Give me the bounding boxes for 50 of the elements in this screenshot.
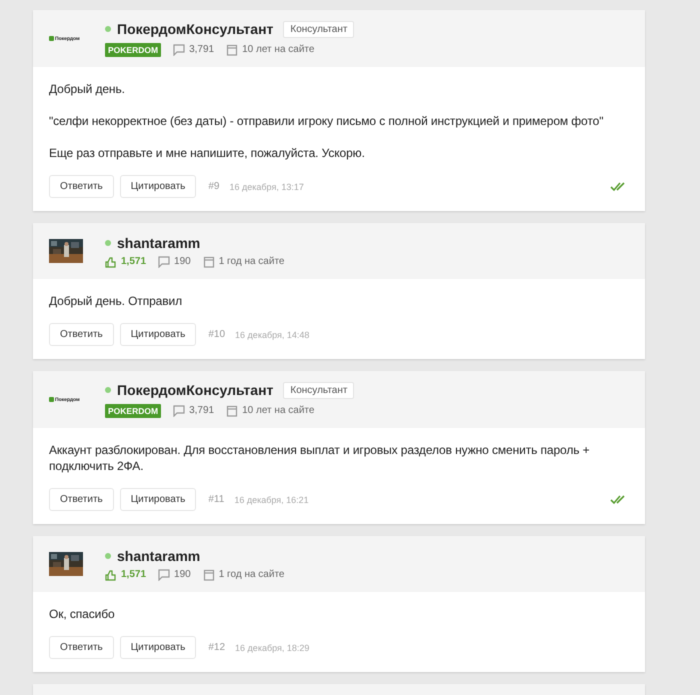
stat-text: 10 лет на сайте <box>242 44 314 55</box>
double-check-icon <box>610 494 627 504</box>
speech-bubble-icon <box>158 256 170 268</box>
post-text: "селфи некорректное (без даты) - отправили игроку письмо с полной инструкцией и примером фото" <box>49 113 604 129</box>
calendar-icon <box>226 44 238 56</box>
calendar-icon <box>226 404 238 416</box>
calendar-icon <box>202 568 215 580</box>
thumbs-up-icon <box>105 568 117 580</box>
post-text: Еще раз отправьте и мне напишите, пожалуйста. Ускорю. <box>49 145 366 161</box>
stat-text: 1 год на сайте <box>218 256 284 267</box>
quote-button[interactable]: Цитировать <box>120 175 196 198</box>
reply-button[interactable]: Ответить <box>49 488 114 511</box>
post-date: 16 декабря, 18:29 <box>235 642 310 652</box>
double-check-icon <box>610 182 627 192</box>
stat-text: 190 <box>174 569 191 580</box>
speech-bubble-icon <box>158 568 170 580</box>
post-date: 16 декабря, 16:21 <box>234 494 310 504</box>
group-badge: POKERDOM <box>105 404 162 418</box>
quote-button[interactable]: Цитировать <box>120 636 196 659</box>
stat-text: 3,791 <box>189 44 214 55</box>
stat-text: 1 год на сайте <box>218 569 284 580</box>
stat-text: 3,791 <box>189 405 214 416</box>
group-badge: POKERDOM <box>105 42 162 56</box>
post-text: Аккаунт разблокирован. Для восстановления выплат и игровых разделов нужно сменить пароль + подключить 2ФА. <box>49 442 591 474</box>
speech-bubble-icon <box>173 44 186 56</box>
logo-icon <box>49 397 54 402</box>
stat-text: 1,571 <box>121 256 146 267</box>
post-date: 16 декабря, 14:48 <box>235 330 310 340</box>
username[interactable]: ПокердомКонсультант <box>117 21 274 37</box>
post-date: 16 декабря, 13:17 <box>229 182 305 192</box>
speech-bubble-icon <box>173 404 186 416</box>
reply-button[interactable]: Ответить <box>49 636 114 659</box>
post-text: Ок, спасибо <box>49 606 116 622</box>
stat-text: 1,571 <box>121 569 146 580</box>
calendar-icon <box>202 256 215 268</box>
quote-button[interactable]: Цитировать <box>120 323 196 346</box>
reply-button[interactable]: Ответить <box>49 175 114 198</box>
user-title-label: Консультант <box>283 382 354 398</box>
username[interactable]: ПокердомКонсультант <box>117 382 274 398</box>
username[interactable]: shantaramm <box>117 548 200 564</box>
username[interactable]: shantaramm <box>117 234 200 250</box>
user-title-label: Консультант <box>283 20 354 38</box>
quote-button[interactable]: Цитировать <box>120 488 196 511</box>
stat-text: 190 <box>174 256 191 267</box>
thumbs-up-icon <box>105 256 117 268</box>
post-text: Добрый день. <box>49 81 126 97</box>
logo-icon <box>49 36 54 41</box>
post-text: Добрый день. Отправил <box>49 293 184 309</box>
reply-button[interactable]: Ответить <box>49 323 114 346</box>
stat-text: 10 лет на сайте <box>242 405 314 416</box>
